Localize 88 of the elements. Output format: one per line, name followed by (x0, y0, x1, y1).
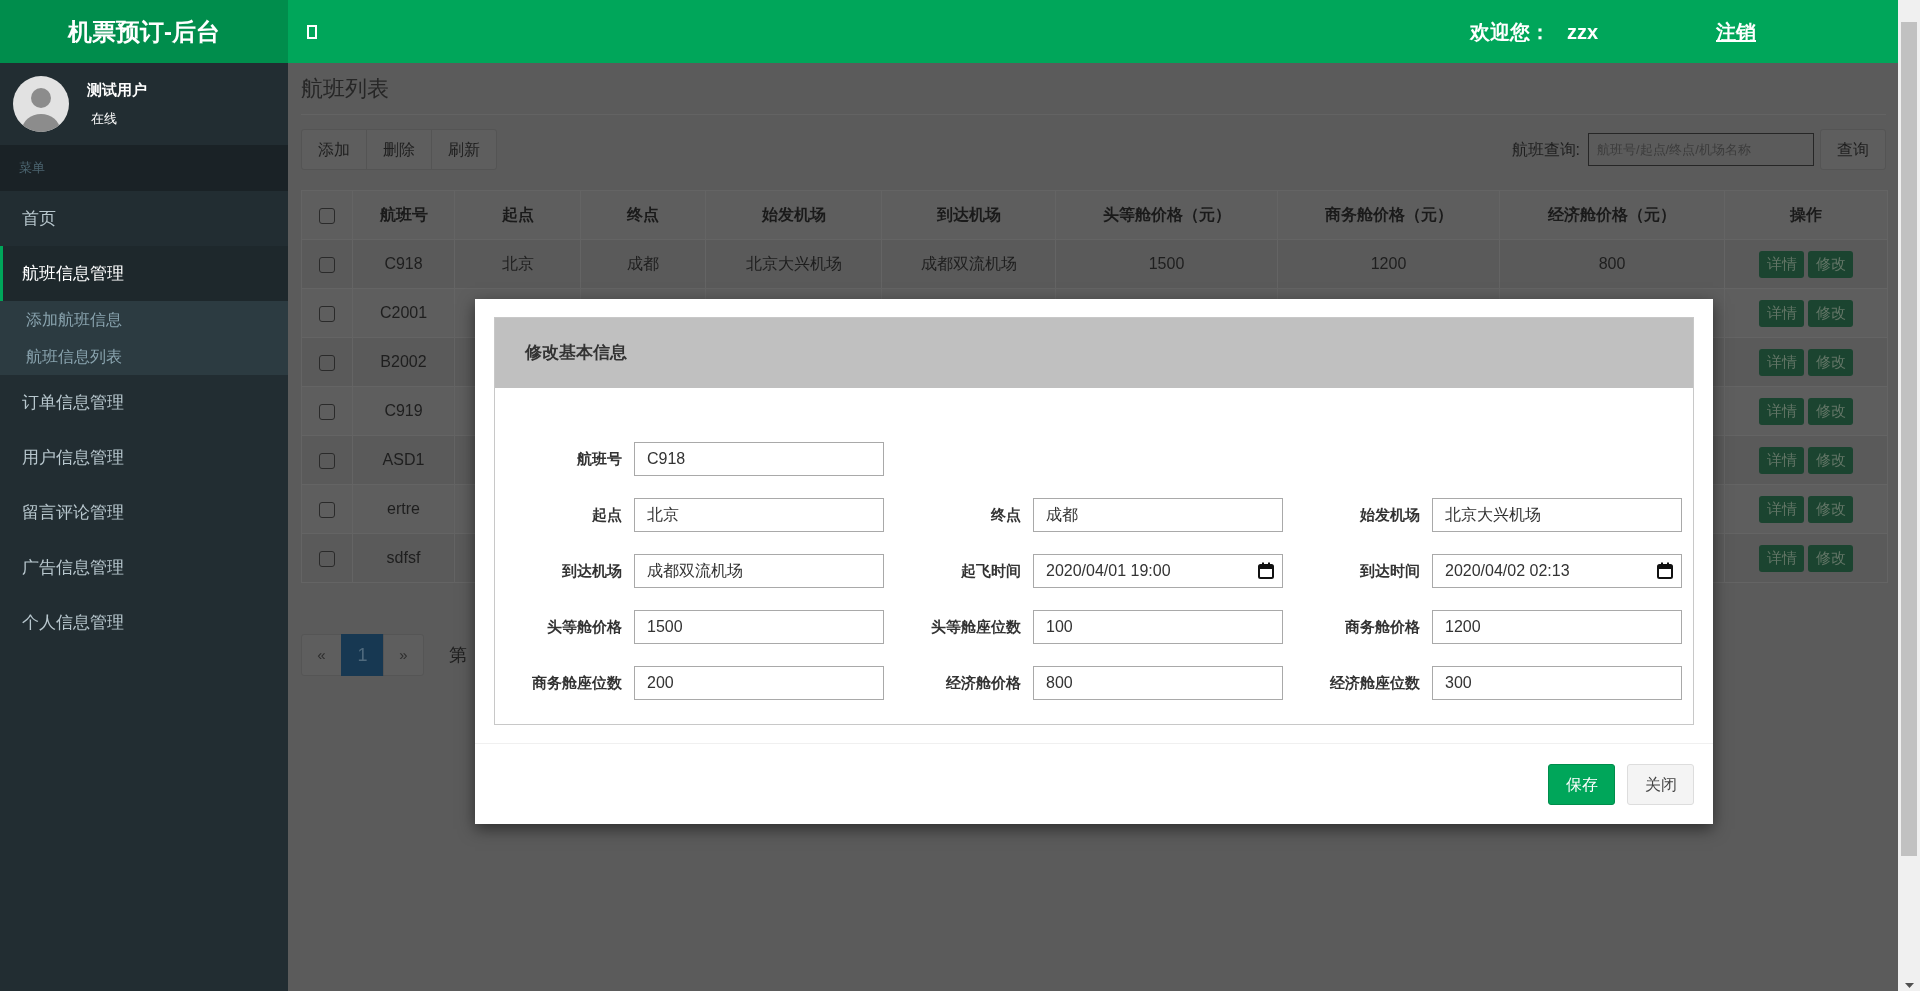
table-cell: 北京大兴机场 (705, 239, 882, 289)
field-label: 商务舱价格 (1345, 616, 1420, 637)
text-field[interactable]: 1200 (1432, 610, 1682, 644)
row-checkbox[interactable] (319, 501, 335, 518)
toggle-icon[interactable] (307, 24, 317, 39)
column-header: 头等舱价格（元） (1055, 190, 1278, 240)
table-cell: C2001 (352, 288, 455, 338)
row-checkbox[interactable] (319, 452, 335, 469)
datetime-field[interactable]: 2020/04/02 02:13 (1432, 554, 1682, 588)
field-label: 起飞时间 (961, 560, 1021, 581)
table-cell: 北京 (454, 239, 581, 289)
user-name: 测试用户 (87, 81, 147, 99)
close-button[interactable]: 关闭 (1627, 764, 1694, 805)
field-label: 起点 (592, 504, 622, 525)
menu-item[interactable]: 留言评论管理 (0, 485, 288, 540)
text-field[interactable]: 100 (1033, 610, 1283, 644)
text-field[interactable]: 北京大兴机场 (1432, 498, 1682, 532)
select-all-checkbox[interactable] (319, 207, 335, 224)
welcome-label: 欢迎您： (1469, 19, 1550, 45)
column-header: 终点 (580, 190, 706, 240)
user-avatar-icon (13, 76, 69, 132)
field-label: 经济舱价格 (946, 672, 1021, 693)
text-field[interactable]: 300 (1432, 666, 1682, 700)
table-cell: C919 (352, 386, 455, 436)
field-label: 到达时间 (1360, 560, 1420, 581)
table-cell: 成都 (580, 239, 706, 289)
field-label: 到达机场 (562, 560, 622, 581)
column-header: 到达机场 (881, 190, 1056, 240)
table-cell: 800 (1499, 239, 1725, 289)
datetime-field[interactable]: 2020/04/01 19:00 (1033, 554, 1283, 588)
panel-heading: 修改基本信息 (495, 318, 1693, 388)
menu-item[interactable]: 订单信息管理 (0, 375, 288, 430)
table-cell: sdfsf (352, 533, 455, 583)
table-cell: 成都双流机场 (881, 239, 1056, 289)
row-checkbox[interactable] (319, 256, 335, 273)
table-cell: 1200 (1277, 239, 1500, 289)
row-checkbox[interactable] (319, 550, 335, 567)
toolbar-button[interactable]: 删除 (366, 129, 432, 170)
menu-item[interactable]: 个人信息管理 (0, 595, 288, 650)
text-field[interactable]: 成都 (1033, 498, 1283, 532)
calendar-icon[interactable] (1657, 562, 1673, 579)
column-header: 航班号 (352, 190, 455, 240)
field-label: 终点 (991, 504, 1021, 525)
row-checkbox[interactable] (319, 354, 335, 371)
menu-item[interactable]: 广告信息管理 (0, 540, 288, 595)
table-cell: ASD1 (352, 435, 455, 485)
menu-item[interactable]: 用户信息管理 (0, 430, 288, 485)
table-cell: 1500 (1055, 239, 1278, 289)
field-label: 经济舱座位数 (1330, 672, 1420, 693)
column-header: 操作 (1724, 190, 1888, 240)
menu-header: 菜单 (0, 145, 288, 191)
submenu-item[interactable]: 航班信息列表 (0, 338, 288, 375)
field-label: 始发机场 (1360, 504, 1420, 525)
calendar-icon[interactable] (1258, 562, 1274, 579)
table-cell: B2002 (352, 337, 455, 387)
text-field[interactable]: 北京 (634, 498, 884, 532)
field-label: 头等舱价格 (547, 616, 622, 637)
toolbar-button[interactable]: 刷新 (431, 129, 497, 170)
menu-item[interactable]: 航班信息管理 (0, 246, 288, 301)
page-info: 第 (449, 643, 467, 667)
column-header: 始发机场 (705, 190, 882, 240)
column-header: 经济舱价格（元） (1499, 190, 1725, 240)
save-button[interactable]: 保存 (1548, 764, 1615, 805)
username: zzx (1566, 19, 1598, 45)
text-field[interactable]: 200 (634, 666, 884, 700)
row-checkbox[interactable] (319, 403, 335, 420)
scrollbar-thumb[interactable] (1901, 22, 1917, 856)
row-checkbox[interactable] (319, 305, 335, 322)
text-field[interactable]: 成都双流机场 (634, 554, 884, 588)
field-label: 头等舱座位数 (931, 616, 1021, 637)
text-field[interactable]: 1500 (634, 610, 884, 644)
app-title: 机票预订-后台 (0, 0, 288, 63)
column-header: 起点 (454, 190, 581, 240)
logout-link[interactable]: 注销 (1716, 16, 1756, 47)
submenu-item[interactable]: 添加航班信息 (0, 301, 288, 338)
search-button[interactable]: 查询 (1820, 129, 1886, 170)
toolbar-button[interactable]: 添加 (301, 129, 367, 170)
table-cell: C918 (352, 239, 455, 289)
field-label: 航班号 (577, 448, 622, 469)
table-cell: ertre (352, 484, 455, 534)
field-label: 商务舱座位数 (532, 672, 622, 693)
column-header: 商务舱价格（元） (1277, 190, 1500, 240)
text-field[interactable]: C918 (634, 442, 884, 476)
menu-item[interactable]: 首页 (0, 191, 288, 246)
user-status: 在线 (91, 111, 117, 127)
text-field[interactable]: 800 (1033, 666, 1283, 700)
search-label: 航班查询: (1511, 139, 1580, 160)
scroll-down-icon[interactable] (1905, 983, 1914, 988)
